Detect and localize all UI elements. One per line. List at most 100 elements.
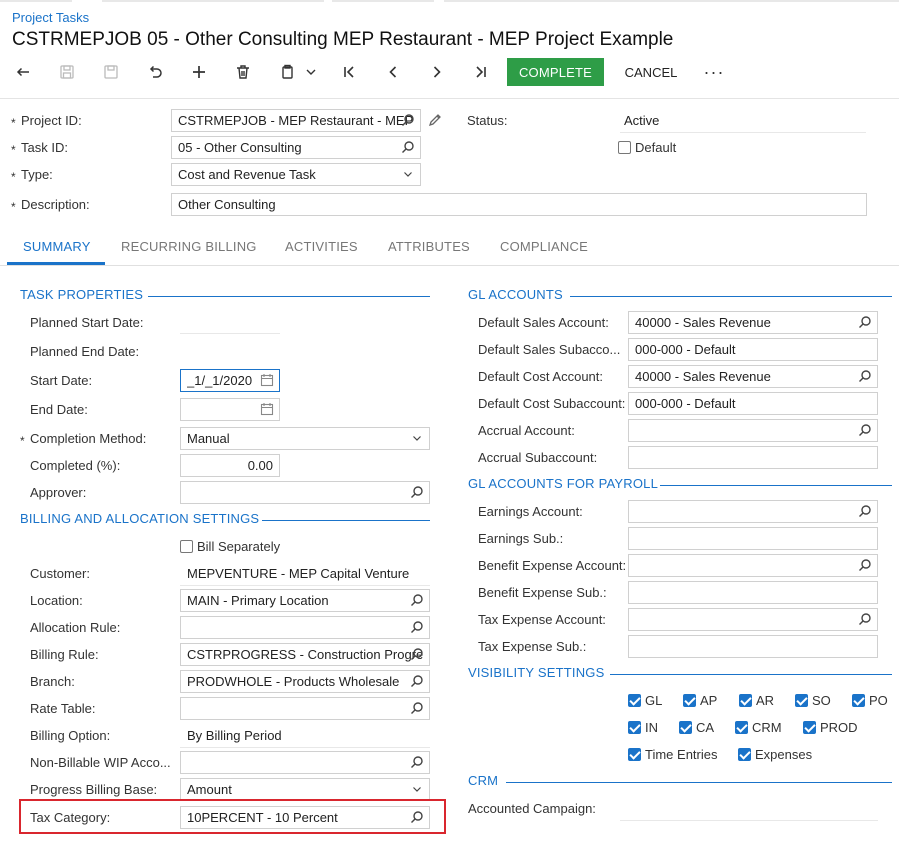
visibility-ar-checkbox[interactable] — [739, 694, 752, 707]
delete-icon[interactable] — [229, 60, 257, 84]
more-menu-button[interactable]: ··· — [700, 58, 728, 86]
calendar-icon[interactable] — [260, 402, 274, 416]
progress-billing-base-select[interactable]: Amount — [180, 778, 430, 801]
tab-attributes[interactable]: ATTRIBUTES — [388, 239, 470, 254]
start-date-label: Start Date: — [30, 373, 93, 388]
bill-separately-checkbox[interactable] — [180, 540, 193, 553]
section-divider — [660, 485, 892, 486]
visibility-expenses-checkbox[interactable] — [738, 748, 751, 761]
search-icon[interactable] — [410, 593, 424, 607]
section-title-crm: CRM — [468, 773, 499, 788]
tax-expense-account-field[interactable] — [628, 608, 878, 631]
calendar-icon[interactable] — [260, 373, 274, 387]
type-select[interactable]: Cost and Revenue Task — [171, 163, 421, 186]
search-icon[interactable] — [858, 504, 872, 518]
location-field[interactable]: MAIN - Primary Location — [180, 589, 430, 612]
next-record-icon[interactable] — [423, 60, 451, 84]
branch-field[interactable]: PRODWHOLE - Products Wholesale — [180, 670, 430, 693]
revert-icon[interactable] — [141, 60, 169, 84]
completed-percent-field[interactable]: 0.00 — [180, 454, 280, 477]
billing-option-underline — [180, 747, 430, 748]
allocation-rule-label: Allocation Rule: — [30, 620, 121, 635]
status-label: Status: — [467, 113, 508, 128]
previous-record-icon[interactable] — [379, 60, 407, 84]
start-date-field[interactable]: _1/_1/2020 — [180, 369, 280, 392]
visibility-ca-checkbox[interactable] — [679, 721, 692, 734]
visibility-po-checkbox[interactable] — [852, 694, 865, 707]
edit-pencil-icon[interactable] — [427, 112, 443, 128]
default-sales-account-field[interactable]: 40000 - Sales Revenue — [628, 311, 878, 334]
end-date-label: End Date: — [30, 402, 88, 417]
visibility-po-label: PO — [869, 693, 888, 708]
default-sales-subaccount-field[interactable]: 000-000 - Default — [628, 338, 878, 361]
search-icon[interactable] — [410, 701, 424, 715]
accounted-campaign-value — [620, 820, 878, 821]
tab-activities[interactable]: ACTIVITIES — [285, 239, 358, 254]
benefit-expense-sub-field[interactable] — [628, 581, 878, 604]
completion-method-select[interactable]: Manual — [180, 427, 430, 450]
search-icon[interactable] — [410, 755, 424, 769]
task-id-field[interactable]: 05 - Other Consulting — [171, 136, 421, 159]
status-underline — [620, 132, 866, 133]
tab-compliance[interactable]: COMPLIANCE — [500, 239, 588, 254]
visibility-in-checkbox[interactable] — [628, 721, 641, 734]
allocation-rule-field[interactable] — [180, 616, 430, 639]
default-cost-subaccount-field[interactable]: 000-000 - Default — [628, 392, 878, 415]
visibility-ap-checkbox[interactable] — [683, 694, 696, 707]
accrual-account-field[interactable] — [628, 419, 878, 442]
visibility-so-checkbox[interactable] — [795, 694, 808, 707]
search-icon[interactable] — [410, 485, 424, 499]
tab-summary[interactable]: SUMMARY — [23, 239, 91, 254]
search-icon[interactable] — [401, 113, 415, 127]
earnings-account-field[interactable] — [628, 500, 878, 523]
benefit-expense-account-field[interactable] — [628, 554, 878, 577]
chevron-down-icon[interactable] — [410, 782, 424, 796]
visibility-time-entries-checkbox[interactable] — [628, 748, 641, 761]
earnings-sub-field[interactable] — [628, 527, 878, 550]
visibility-crm-checkbox[interactable] — [735, 721, 748, 734]
tab-recurring-billing[interactable]: RECURRING BILLING — [121, 239, 257, 254]
chevron-down-icon[interactable] — [401, 167, 415, 181]
tax-expense-sub-field[interactable] — [628, 635, 878, 658]
visibility-in-label: IN — [645, 720, 658, 735]
save-icon[interactable] — [97, 60, 125, 84]
search-icon[interactable] — [858, 558, 872, 572]
chevron-down-icon[interactable] — [297, 60, 325, 84]
non-billable-wip-field[interactable] — [180, 751, 430, 774]
default-cost-account-field[interactable]: 40000 - Sales Revenue — [628, 365, 878, 388]
search-icon[interactable] — [858, 612, 872, 626]
section-divider — [148, 296, 430, 297]
visibility-prod-checkbox[interactable] — [803, 721, 816, 734]
search-icon[interactable] — [410, 647, 424, 661]
default-checkbox[interactable] — [618, 141, 631, 154]
add-icon[interactable] — [185, 60, 213, 84]
status-value: Active — [624, 113, 660, 128]
visibility-gl-checkbox[interactable] — [628, 694, 641, 707]
billing-rule-field[interactable]: CSTRPROGRESS - Construction Progress — [180, 643, 430, 666]
search-icon[interactable] — [410, 620, 424, 634]
search-icon[interactable] — [858, 369, 872, 383]
complete-button[interactable]: COMPLETE — [507, 58, 604, 86]
earnings-account-label: Earnings Account: — [478, 504, 583, 519]
last-record-icon[interactable] — [467, 60, 495, 84]
description-field[interactable]: Other Consulting — [171, 193, 867, 216]
chevron-down-icon[interactable] — [410, 431, 424, 445]
search-icon[interactable] — [858, 315, 872, 329]
section-title-gl-payroll: GL ACCOUNTS FOR PAYROLL — [468, 476, 659, 491]
search-icon[interactable] — [401, 140, 415, 154]
end-date-field[interactable] — [180, 398, 280, 421]
project-id-field[interactable]: CSTRMEPJOB - MEP Restaurant - MEP — [171, 109, 421, 132]
cancel-button[interactable]: CANCEL — [614, 58, 688, 86]
description-label: Description: — [21, 197, 90, 212]
accrual-subaccount-field[interactable] — [628, 446, 878, 469]
undo-arrow-icon[interactable] — [9, 60, 37, 84]
search-icon[interactable] — [410, 674, 424, 688]
customer-label: Customer: — [30, 566, 90, 581]
rate-table-field[interactable] — [180, 697, 430, 720]
first-record-icon[interactable] — [335, 60, 363, 84]
breadcrumb[interactable]: Project Tasks — [12, 10, 89, 25]
search-icon[interactable] — [858, 423, 872, 437]
save-close-icon[interactable] — [53, 60, 81, 84]
billing-option-value: By Billing Period — [187, 728, 282, 743]
approver-field[interactable] — [180, 481, 430, 504]
